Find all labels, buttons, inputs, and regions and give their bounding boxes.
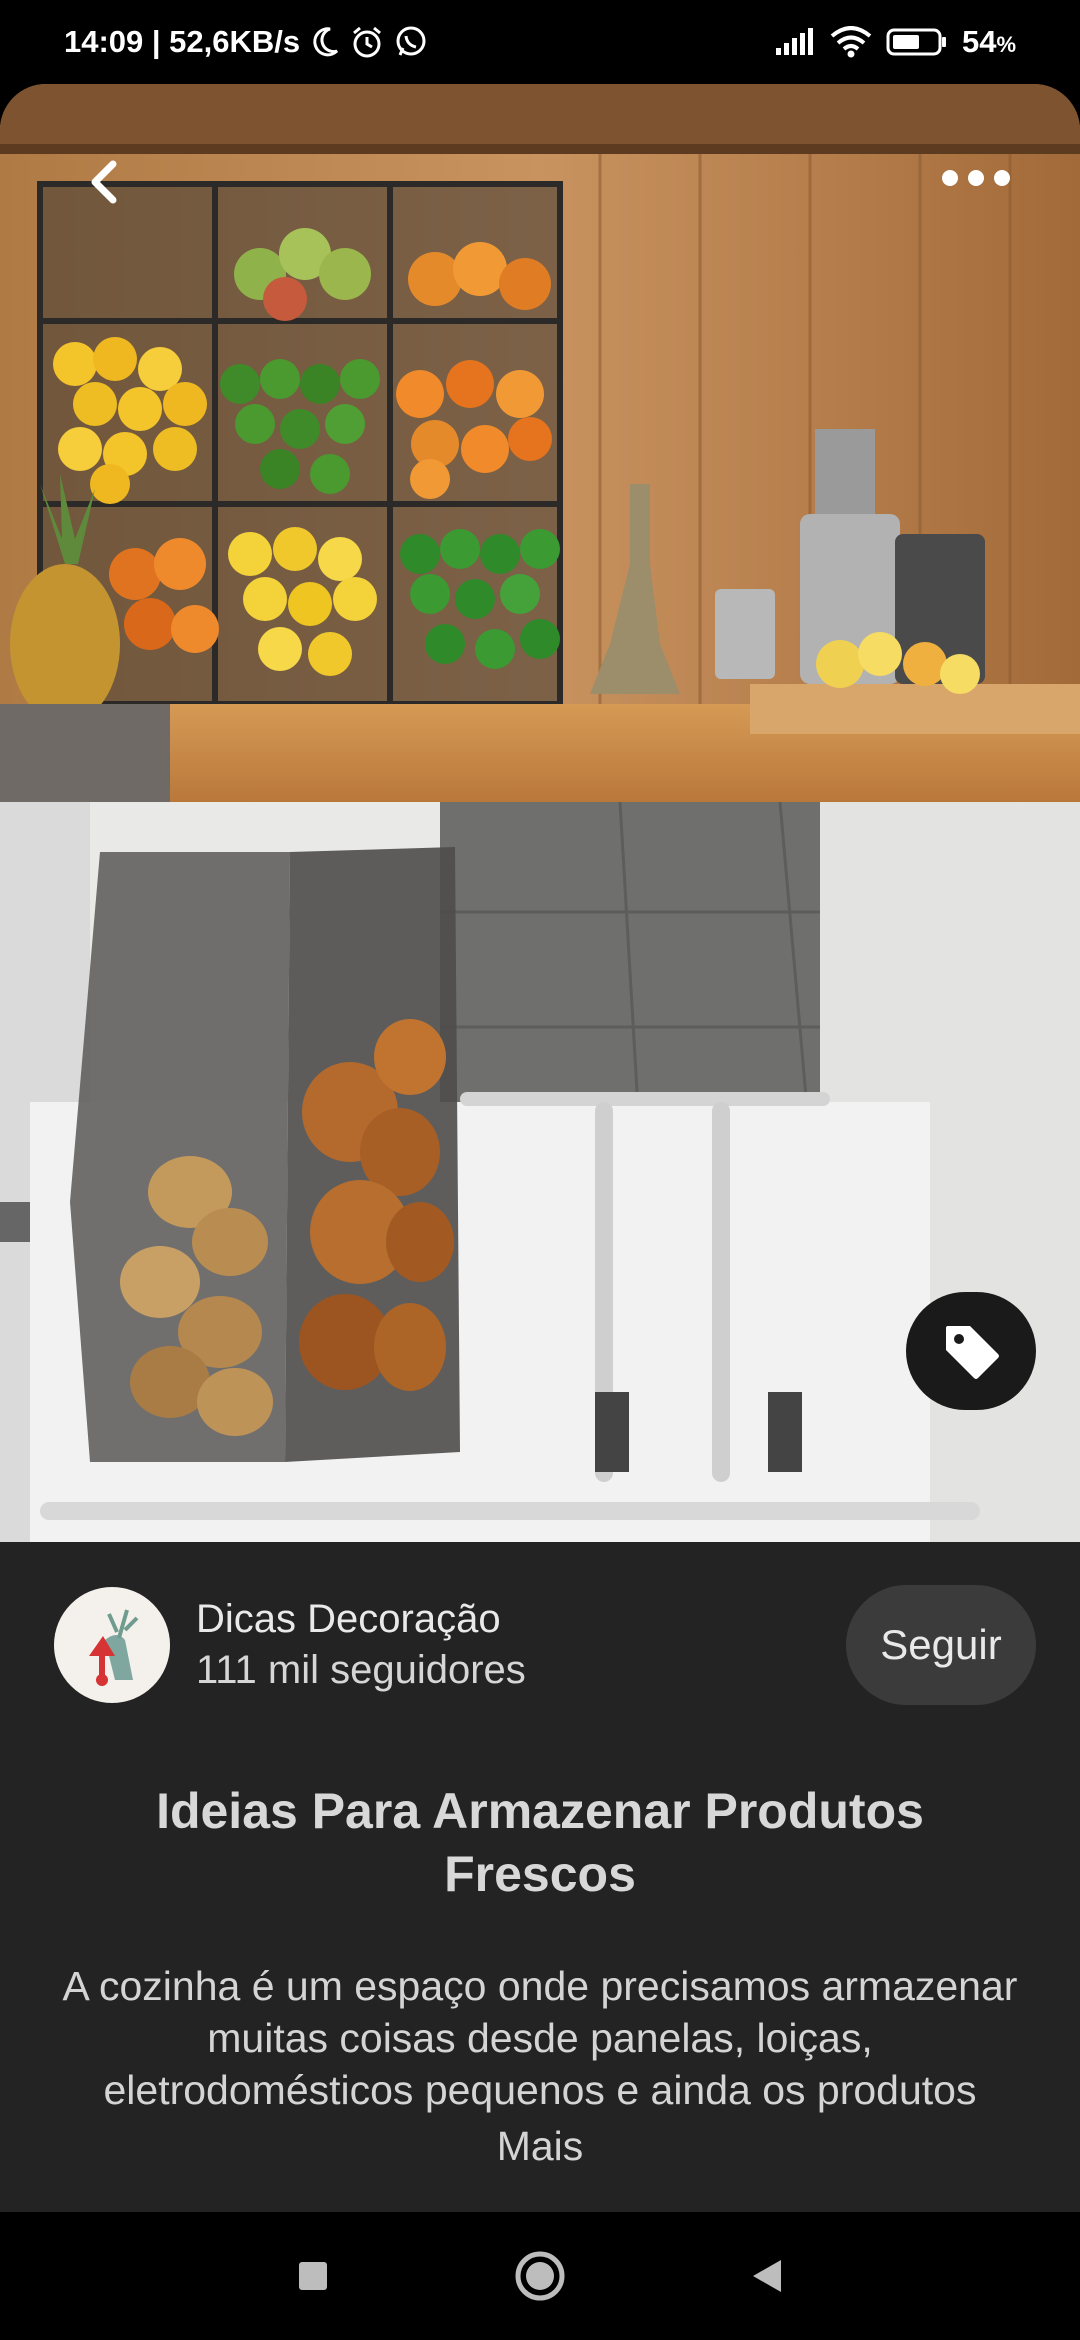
- status-right: 54%: [774, 24, 1016, 60]
- follow-button[interactable]: Seguir: [846, 1585, 1036, 1705]
- follower-count: 111 mil seguidores: [196, 1648, 526, 1692]
- battery-icon: [886, 27, 948, 57]
- moon-icon: [310, 26, 340, 58]
- more-options-button[interactable]: [934, 154, 1018, 202]
- more-dot-icon: [968, 170, 984, 186]
- creator-row: Dicas Decoração 111 mil seguidores Segui…: [54, 1584, 1036, 1706]
- creator-name[interactable]: Dicas Decoração: [196, 1597, 526, 1642]
- whatsapp-icon: [394, 25, 428, 59]
- pin-title: Ideias Para Armazenar Produtos Frescos: [156, 1783, 924, 1902]
- wifi-icon: [830, 26, 872, 58]
- avatar-logo-icon: [89, 1609, 139, 1686]
- more-dot-icon: [942, 170, 958, 186]
- battery-value: 54: [961, 24, 997, 59]
- battery-unit: %: [996, 32, 1016, 57]
- back-button[interactable]: [72, 150, 136, 214]
- creator-text: Dicas Decoração 111 mil seguidores: [196, 1597, 526, 1693]
- alarm-icon: [350, 25, 384, 59]
- status-left: 14:09 | 52,6KB/s: [64, 24, 428, 60]
- system-nav-bar: [0, 2212, 1080, 2340]
- shop-tag-button[interactable]: [906, 1292, 1036, 1410]
- recents-square-icon: [299, 2262, 328, 2290]
- status-time: 14:09 | 52,6KB/s: [64, 24, 301, 59]
- drawer-storage-photo: [0, 802, 1080, 1542]
- more-link[interactable]: Mais: [60, 2120, 1020, 2172]
- creator-avatar[interactable]: [54, 1587, 170, 1703]
- pin-info-panel: Dicas Decoração 111 mil seguidores Segui…: [0, 1542, 1080, 2212]
- back-triangle-icon: [752, 2260, 781, 2292]
- description-text: A cozinha é um espaço onde precisamos ar…: [62, 1963, 1018, 2113]
- tag-icon: [946, 1326, 999, 1379]
- fruit-shelf-photo: [0, 84, 1080, 802]
- status-bar: 14:09 | 52,6KB/s 54%: [0, 0, 1080, 84]
- recents-button[interactable]: [273, 2236, 353, 2316]
- back-nav-button[interactable]: [727, 2236, 807, 2316]
- pin-description: A cozinha é um espaço onde precisamos ar…: [60, 1960, 1020, 2172]
- chevron-left-icon: [91, 160, 117, 204]
- signal-icon: [774, 28, 816, 56]
- more-dot-icon: [994, 170, 1010, 186]
- battery-percentage: 54%: [962, 24, 1016, 60]
- home-circle-icon: [515, 2251, 565, 2301]
- home-button[interactable]: [500, 2236, 580, 2316]
